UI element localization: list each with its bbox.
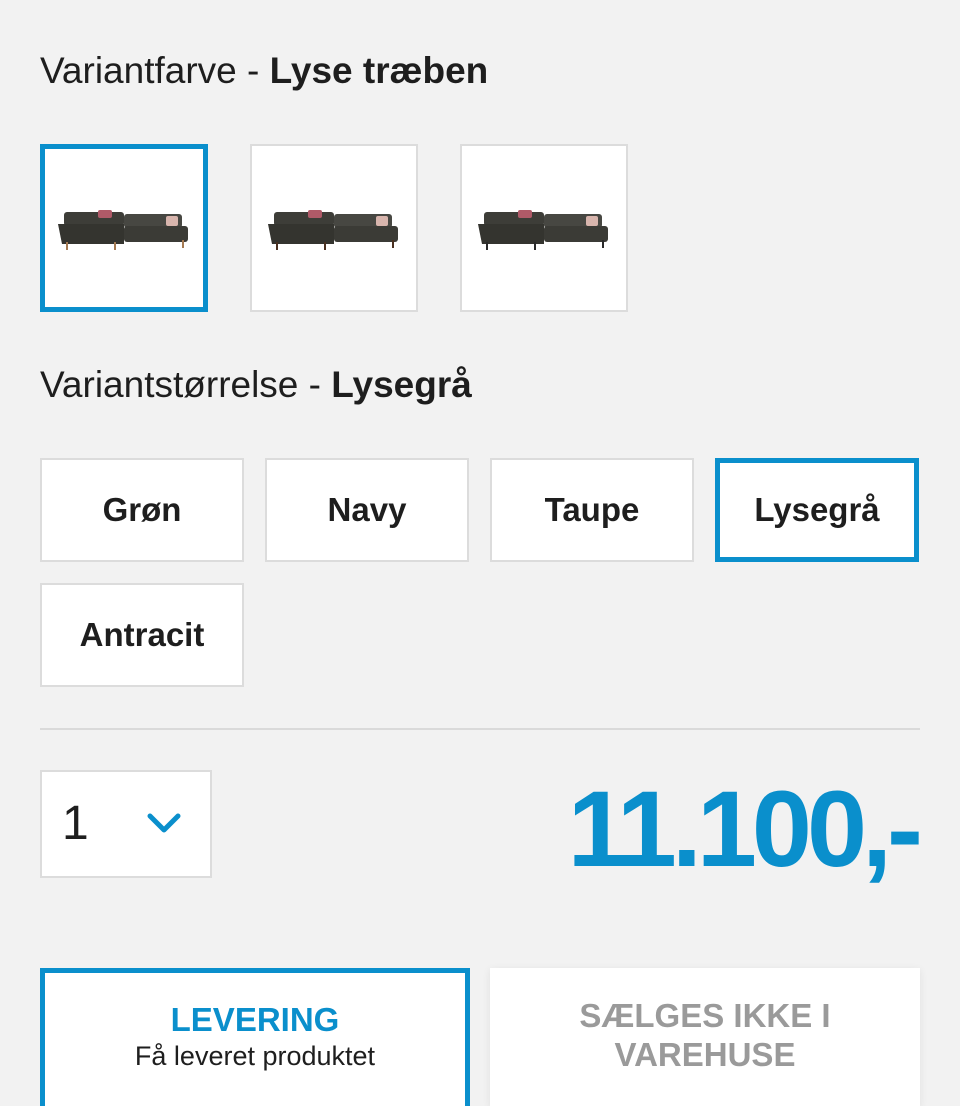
variant-option-navy[interactable]: Navy — [265, 458, 469, 562]
delivery-title: LEVERING — [170, 1001, 340, 1038]
product-price: 11.100,- — [567, 768, 923, 889]
variant-color-heading: Variantfarve - Lyse træben — [40, 50, 488, 92]
chevron-down-icon — [147, 813, 181, 833]
delivery-option-button[interactable]: LEVERING Få leveret produktet — [40, 968, 470, 1106]
color-swatch-3[interactable] — [460, 144, 628, 312]
color-swatch-2[interactable] — [250, 144, 418, 312]
variant-size-label: Variantstørrelse — [40, 364, 299, 405]
variant-option-antracit[interactable]: Antracit — [40, 583, 244, 687]
sofa-thumbnail-image — [58, 210, 188, 250]
delivery-subtitle: Få leveret produktet — [134, 1041, 376, 1071]
product-variant-panel: Variantfarve - Lyse træben Variantstørre… — [0, 0, 960, 1106]
variant-option-gron[interactable]: Grøn — [40, 458, 244, 562]
variant-option-taupe[interactable]: Taupe — [490, 458, 694, 562]
section-divider — [40, 728, 920, 730]
variant-color-value: Lyse træben — [269, 50, 489, 91]
variant-color-label: Variantfarve — [40, 50, 237, 91]
sofa-thumbnail-image — [268, 210, 398, 250]
variant-size-heading: Variantstørrelse - Lysegrå — [40, 364, 472, 406]
store-pickup-title: SÆLGES IKKE I VAREHUSE — [579, 997, 831, 1073]
quantity-value: 1 — [62, 797, 89, 850]
variant-size-separator: - — [298, 364, 332, 405]
color-swatch-1[interactable] — [40, 144, 208, 312]
quantity-select[interactable]: 1 — [40, 770, 212, 878]
variant-option-lysegra[interactable]: Lysegrå — [715, 458, 919, 562]
variant-size-value: Lysegrå — [331, 364, 472, 405]
variant-color-separator: - — [236, 50, 270, 91]
store-pickup-option: SÆLGES IKKE I VAREHUSE — [490, 968, 920, 1106]
sofa-thumbnail-image — [478, 210, 608, 250]
